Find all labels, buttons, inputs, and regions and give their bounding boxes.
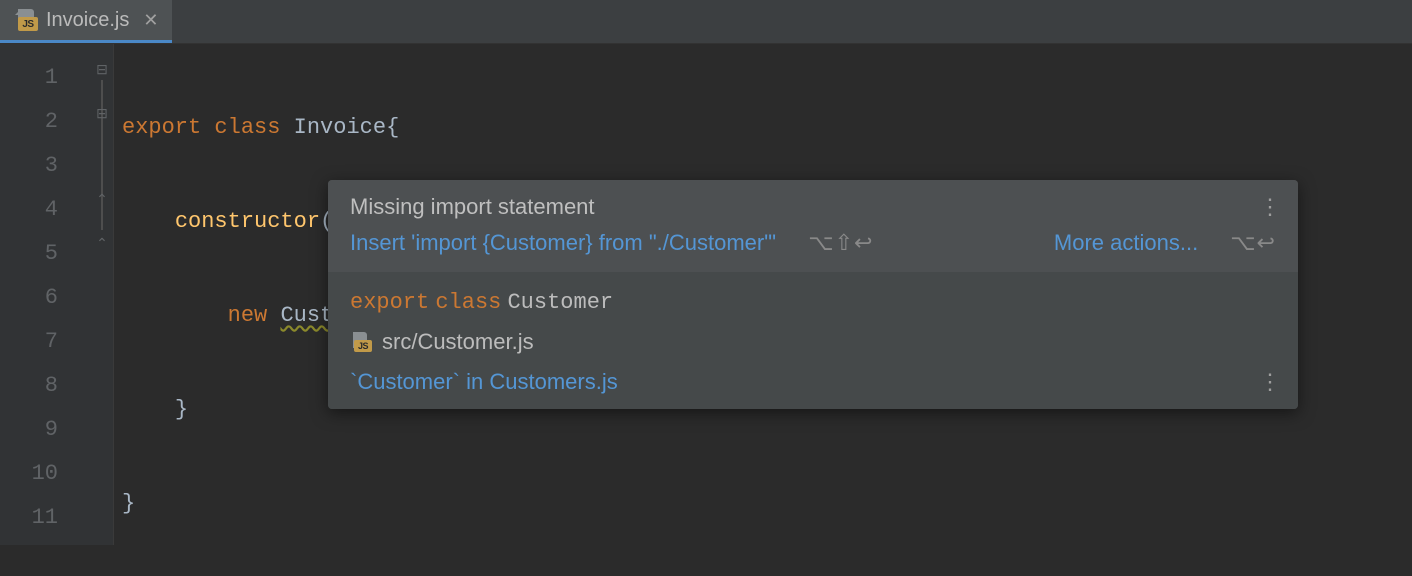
fold-end-icon[interactable]: ⌃ (94, 236, 110, 252)
popup-body: export class Customer JS src/Customer.js… (328, 272, 1298, 409)
shortcut-alt-shift-enter: ⌥⇧↩ (808, 230, 873, 256)
tab-invoice-js[interactable]: JS Invoice.js ✕ (0, 0, 172, 43)
declaration-preview: export class Customer (350, 288, 1276, 315)
popup-header: Missing import statement Insert 'import … (328, 180, 1298, 272)
line-number: 6 (0, 276, 90, 320)
alternate-location-link[interactable]: `Customer` in Customers.js (350, 369, 1276, 395)
line-number: 3 (0, 144, 90, 188)
file-location-row[interactable]: JS src/Customer.js (350, 329, 1276, 355)
js-file-icon: JS (350, 332, 372, 352)
tab-filename: Invoice.js (46, 9, 129, 32)
shortcut-alt-enter: ⌥↩ (1230, 230, 1276, 256)
popup-title: Missing import statement (350, 194, 1276, 220)
js-file-icon: JS (14, 9, 38, 31)
fold-marker-icon[interactable]: ⊟ (94, 62, 110, 78)
line-number: 5 (0, 232, 90, 276)
file-path: src/Customer.js (382, 329, 534, 355)
close-icon[interactable]: ✕ (143, 10, 158, 31)
line-number: 11 (0, 496, 90, 540)
fold-column: ⊟ ⊟ ⌃ ⌃ (90, 44, 114, 545)
more-actions-link[interactable]: More actions... (1054, 230, 1198, 256)
line-number: 4 (0, 188, 90, 232)
code-line: export class Invoice{ (122, 106, 1412, 150)
fold-marker-icon[interactable]: ⊟ (94, 106, 110, 122)
line-number: 9 (0, 408, 90, 452)
line-number: 7 (0, 320, 90, 364)
code-line: } (122, 482, 1412, 526)
intention-popup: Missing import statement Insert 'import … (328, 180, 1298, 409)
line-number: 8 (0, 364, 90, 408)
line-number: 10 (0, 452, 90, 496)
line-number: 1 (0, 56, 90, 100)
line-number: 2 (0, 100, 90, 144)
gutter: 1 2 3 4 5 6 7 8 9 10 11 (0, 44, 90, 545)
tab-bar: JS Invoice.js ✕ (0, 0, 1412, 44)
more-menu-icon[interactable]: ⋮ (1259, 194, 1282, 220)
fold-end-icon[interactable]: ⌃ (94, 192, 110, 208)
more-menu-icon[interactable]: ⋮ (1259, 369, 1282, 395)
insert-import-action[interactable]: Insert 'import {Customer} from "./Custom… (350, 230, 776, 256)
